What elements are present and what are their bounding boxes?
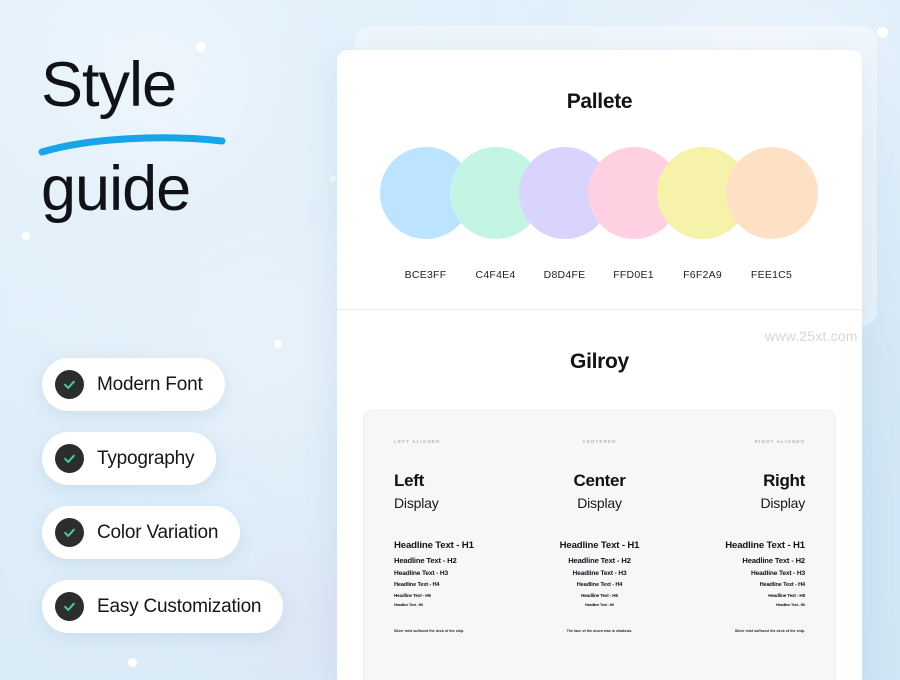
watermark: www.25xt.com (765, 328, 858, 344)
title-line-style: Style (41, 50, 177, 120)
feature-pill-label: Modern Font (97, 373, 203, 395)
palette-section: Pallete BCE3FF C4F4E4 D8D4FE FFD0E1 F6F2… (337, 50, 862, 310)
feature-pill-typography[interactable]: Typography (42, 432, 217, 485)
typography-section: Gilroy LEFT ALIGNED Left Display Headlin… (337, 310, 862, 680)
typography-panel: LEFT ALIGNED Left Display Headline Text … (363, 410, 836, 680)
check-circle-icon (55, 444, 84, 473)
headline-h2: Headline Text - H2 (394, 556, 457, 565)
feature-pill-label: Easy Customization (97, 595, 262, 617)
headline-h4: Headline Text - H4 (759, 582, 806, 588)
column-kicker: LEFT ALIGNED (394, 439, 441, 444)
headline-h3: Headline Text - H3 (394, 570, 448, 577)
title-line-guide: guide (41, 154, 191, 225)
headline-h5: Headline Text - H5 (581, 593, 618, 598)
body-sample-text: Silver mist suffused the deck of the shi… (734, 629, 805, 633)
feature-pill-label: Typography (97, 447, 195, 469)
headline-h5: Headline Text - H5 (394, 593, 431, 598)
feature-pill-color-variation[interactable]: Color Variation (42, 506, 241, 559)
check-circle-icon (55, 518, 84, 547)
check-circle-icon (55, 370, 84, 399)
headline-scale: Headline Text - H1 Headline Text - H2 He… (531, 540, 668, 607)
typography-column-right: RIGHT ALIGNED Right Display Headline Tex… (668, 439, 805, 680)
headline-h4: Headline Text - H4 (576, 582, 623, 588)
headline-scale: Headline Text - H1 Headline Text - H2 He… (668, 540, 805, 607)
column-display-sub: Display (760, 495, 805, 511)
palette-swatch[interactable] (725, 147, 818, 239)
hero-panel: Style guide Modern Font Typography Color… (0, 0, 340, 680)
headline-h6: Headline Text - H6 (776, 603, 805, 607)
feature-list: Modern Font Typography Color Variation E… (42, 358, 284, 654)
column-display-sub: Display (394, 495, 439, 511)
feature-pill-easy-customization[interactable]: Easy Customization (42, 580, 284, 633)
headline-h1: Headline Text - H1 (725, 540, 805, 551)
column-kicker: RIGHT ALIGNED (754, 439, 805, 444)
headline-h1: Headline Text - H1 (394, 540, 474, 551)
typography-column-left: LEFT ALIGNED Left Display Headline Text … (394, 439, 531, 680)
headline-h2: Headline Text - H2 (568, 556, 631, 565)
headline-h5: Headline Text - H5 (768, 593, 805, 598)
column-kicker: CENTERED (582, 439, 617, 444)
palette-hex-labels: BCE3FF C4F4E4 D8D4FE FFD0E1 F6F2A9 FEE1C… (380, 269, 820, 287)
title-underline-swoosh (38, 134, 226, 156)
body-sample-text: Silver mist suffused the deck of the shi… (394, 629, 465, 633)
column-display-title: Center (573, 471, 626, 490)
headline-h2: Headline Text - H2 (742, 556, 805, 565)
typography-column-center: CENTERED Center Display Headline Text - … (531, 439, 668, 680)
headline-h3: Headline Text - H3 (572, 570, 627, 577)
feature-pill-label: Color Variation (97, 521, 219, 543)
column-display-sub: Display (577, 495, 622, 511)
feature-pill-modern-font[interactable]: Modern Font (42, 358, 225, 411)
headline-h3: Headline Text - H3 (751, 570, 805, 577)
column-display-title: Right (763, 471, 805, 490)
palette-title: Pallete (566, 90, 633, 113)
headline-h6: Headline Text - H6 (585, 603, 614, 607)
headline-h1: Headline Text - H1 (559, 540, 640, 551)
typography-title: Gilroy (570, 350, 629, 373)
palette-swatches (379, 147, 820, 269)
body-sample-text: The face of the moon was in shadows. (566, 629, 633, 633)
headline-scale: Headline Text - H1 Headline Text - H2 He… (394, 540, 531, 607)
headline-h4: Headline Text - H4 (394, 582, 440, 588)
style-guide-cards: Pallete BCE3FF C4F4E4 D8D4FE FFD0E1 F6F2… (337, 26, 882, 680)
style-guide-card: Pallete BCE3FF C4F4E4 D8D4FE FFD0E1 F6F2… (337, 50, 862, 680)
column-display-title: Left (394, 471, 424, 490)
headline-h6: Headline Text - H6 (394, 603, 423, 607)
check-circle-icon (55, 592, 84, 621)
palette-hex-label: FEE1C5 (750, 269, 793, 281)
